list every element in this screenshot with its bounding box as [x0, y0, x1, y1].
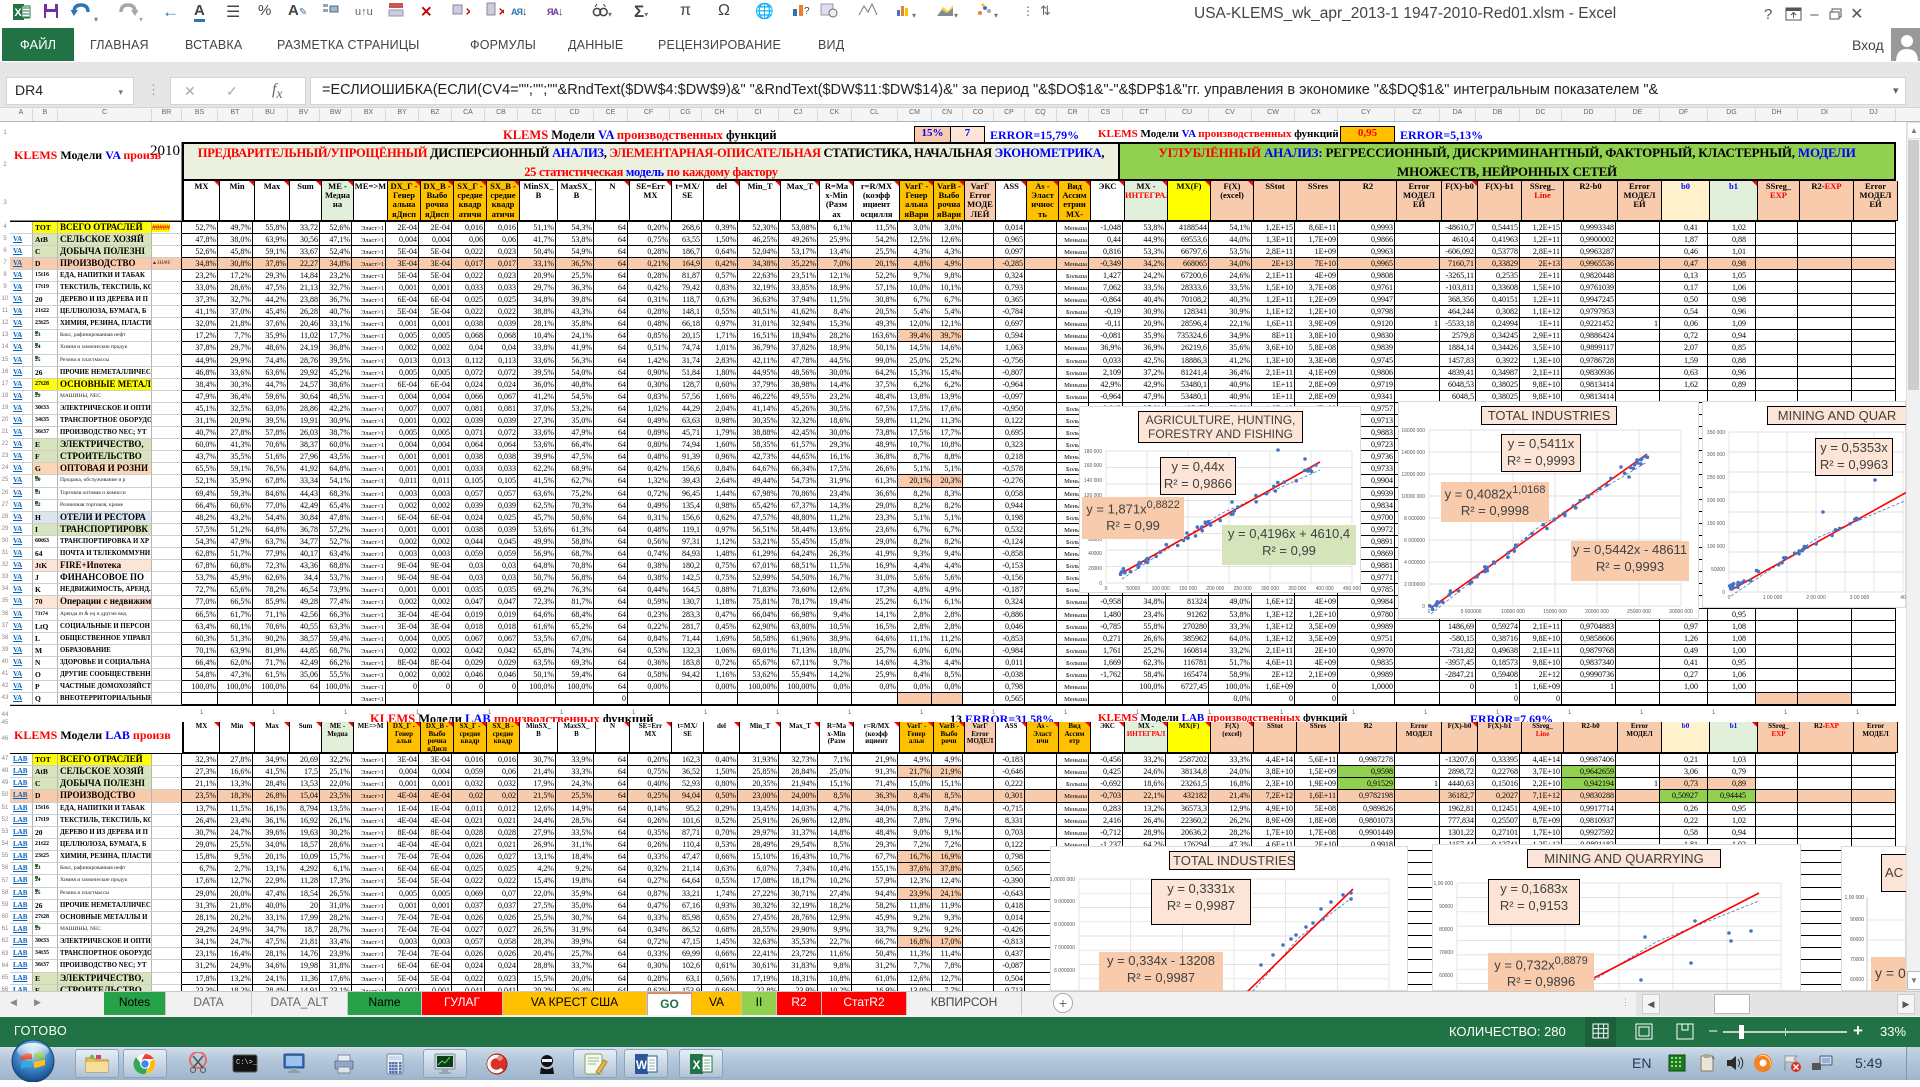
svg-text:C:\>_: C:\>_: [236, 1059, 258, 1067]
svg-text:X: X: [692, 1058, 700, 1072]
svg-text:?: ?: [804, 6, 810, 17]
svg-text:X: X: [14, 7, 22, 19]
svg-text:W: W: [636, 1058, 648, 1072]
svg-text:⨯: ⨯: [465, 6, 470, 18]
svg-text:⨯: ⨯: [498, 6, 504, 18]
